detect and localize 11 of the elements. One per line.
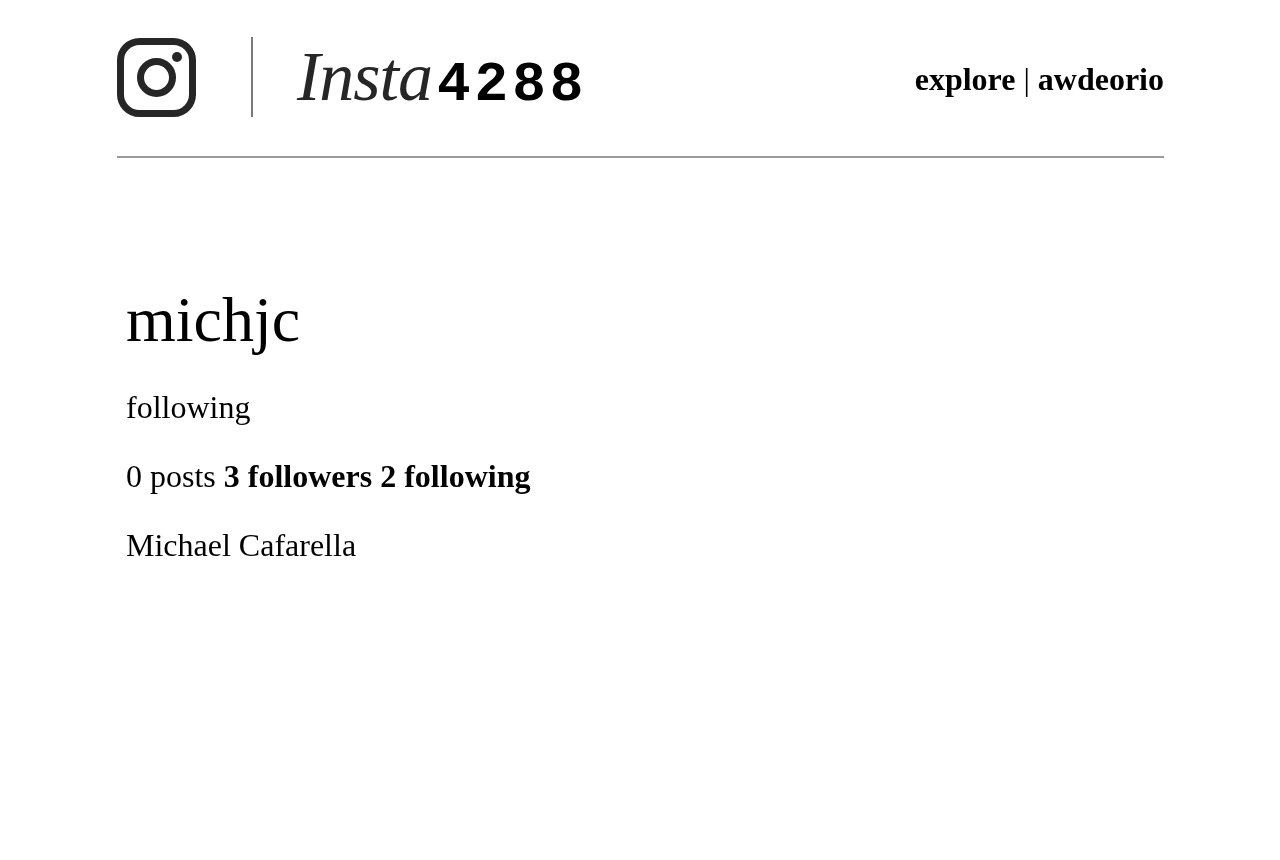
relationship-status: following: [126, 389, 251, 426]
full-name: Michael Cafarella: [126, 527, 357, 564]
stat-link[interactable]: 2 following: [380, 458, 531, 494]
stat-link[interactable]: 3 followers: [223, 458, 373, 494]
post-count: 0 posts: [126, 458, 216, 494]
nav-link[interactable]: explore: [914, 60, 1016, 98]
nav-separator: |: [1023, 60, 1030, 98]
camera-icon[interactable]: [117, 37, 196, 117]
site-logo-text[interactable]: Insta4288: [297, 37, 588, 117]
nav-link[interactable]: awdeorio: [1037, 60, 1164, 98]
profile-username: michjc: [126, 283, 301, 357]
